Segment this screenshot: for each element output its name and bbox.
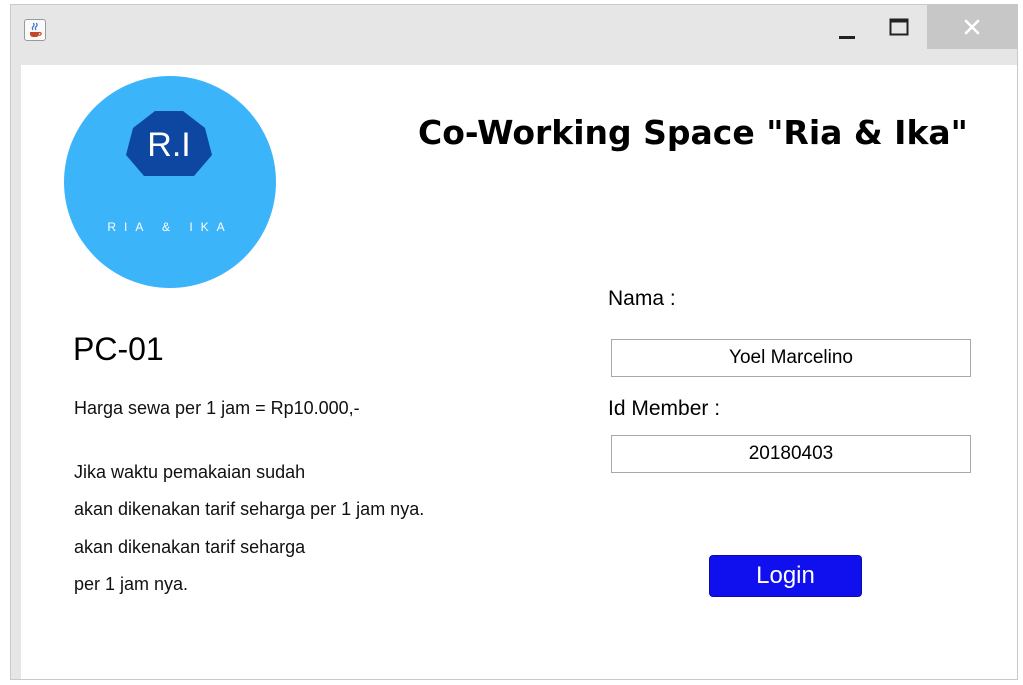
name-label: Nama : [608, 287, 676, 310]
pc-id-label: PC-01 [73, 331, 164, 367]
maximize-icon [889, 18, 909, 36]
notice-line: Jika waktu pemakaian sudah [74, 462, 306, 482]
login-button[interactable]: Login [709, 555, 862, 597]
title-bar[interactable] [11, 5, 1017, 65]
minimize-button[interactable] [825, 5, 869, 49]
logo-circle [64, 76, 276, 288]
close-icon [964, 19, 980, 35]
minimize-icon [839, 36, 855, 39]
close-button[interactable] [927, 5, 1017, 49]
ria-ika-logo: R.I RIA & IKA [64, 76, 276, 288]
notice-line: per 1 jam nya. [74, 574, 189, 594]
name-input[interactable] [611, 339, 971, 377]
notice-line: akan dikenakan tarif seharga per 1 jam n… [74, 499, 425, 519]
notice-line: akan dikenakan tarif seharga [74, 537, 306, 557]
java-cup-icon[interactable] [24, 19, 46, 41]
logo-tagline: RIA & IKA [107, 220, 232, 234]
member-id-input[interactable] [611, 435, 971, 473]
maximize-button[interactable] [877, 5, 921, 49]
price-text: Harga sewa per 1 jam = Rp10.000,- [74, 398, 360, 418]
logo-monogram: R.I [147, 126, 190, 164]
member-id-label: Id Member : [608, 397, 721, 420]
app-title: Co-Working Space "Ria & Ika" [418, 113, 968, 152]
